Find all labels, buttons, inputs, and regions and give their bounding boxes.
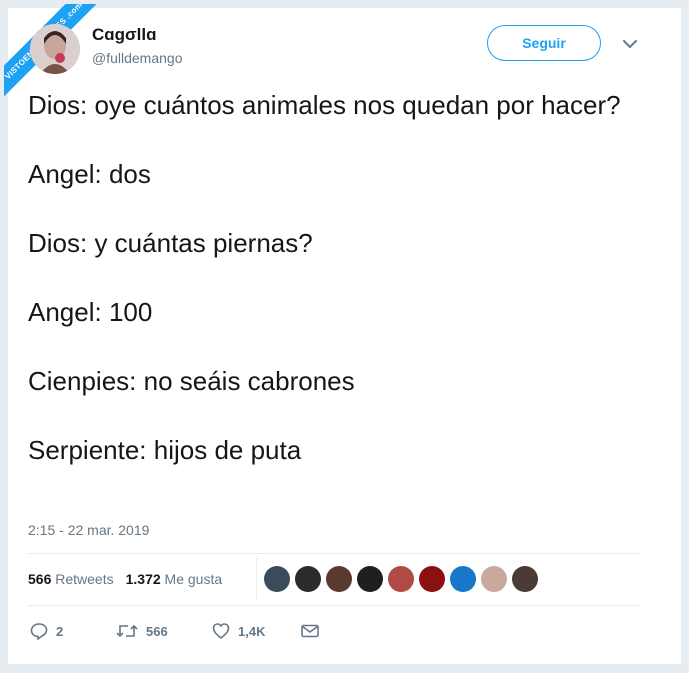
tweet-line: Angel: dos [28,159,151,189]
tweet-line: Dios: y cuántas piernas? [28,228,313,258]
tweet-line: Angel: 100 [28,297,153,327]
liker-avatar[interactable] [512,566,538,592]
reply-icon [30,623,48,640]
heart-icon [212,623,230,640]
divider [28,605,639,606]
user-handle[interactable]: @fulldemango [92,50,183,66]
tweet-text: Dios: oye cuántos animales nos quedan po… [28,88,658,502]
liker-avatar[interactable] [326,566,352,592]
page: VISTOENLASREDES .com Cɑgσllɑ @fulldemang… [0,0,689,673]
like-button[interactable]: 1,4K [212,620,265,642]
liker-avatar[interactable] [357,566,383,592]
stats-divider [256,558,257,600]
like-count: 1,4K [238,623,266,639]
tweet-timestamp[interactable]: 2:15 - 22 mar. 2019 [28,522,149,538]
tweet-stats: 566 Retweets 1.372 Me gusta [28,571,222,587]
tweet-actions: 2 566 1,4K [28,620,648,642]
chevron-down-icon[interactable] [620,36,640,52]
likes-stat[interactable]: 1.372 Me gusta [126,571,223,587]
liker-avatar[interactable] [481,566,507,592]
reply-count: 2 [56,623,64,639]
retweet-button[interactable]: 566 [116,620,168,642]
retweets-stat[interactable]: 566 Retweets [28,571,114,587]
direct-message-button[interactable] [300,620,328,642]
retweet-count: 566 [146,623,168,639]
likes-label: Me gusta [164,571,223,587]
liker-avatar[interactable] [295,566,321,592]
mail-icon [301,624,319,638]
divider [28,553,639,554]
liker-avatar[interactable] [264,566,290,592]
tweet-line: Dios: oye cuántos animales nos quedan po… [28,90,621,120]
tweet-line: Serpiente: hijos de puta [28,435,302,465]
retweets-count: 566 [28,571,52,587]
retweet-icon [116,624,138,638]
follow-button[interactable]: Seguir [487,25,601,61]
tweet-line: Cienpies: no seáis cabrones [28,366,355,396]
liker-avatar[interactable] [388,566,414,592]
tweet-card: VISTOENLASREDES .com Cɑgσllɑ @fulldemang… [4,4,681,664]
liker-avatar[interactable] [450,566,476,592]
user-name[interactable]: Cɑgσllɑ [92,25,157,45]
reply-button[interactable]: 2 [30,620,63,642]
liker-avatar[interactable] [419,566,445,592]
avatar[interactable] [30,24,80,74]
retweets-label: Retweets [55,571,114,587]
likes-count: 1.372 [125,571,161,587]
